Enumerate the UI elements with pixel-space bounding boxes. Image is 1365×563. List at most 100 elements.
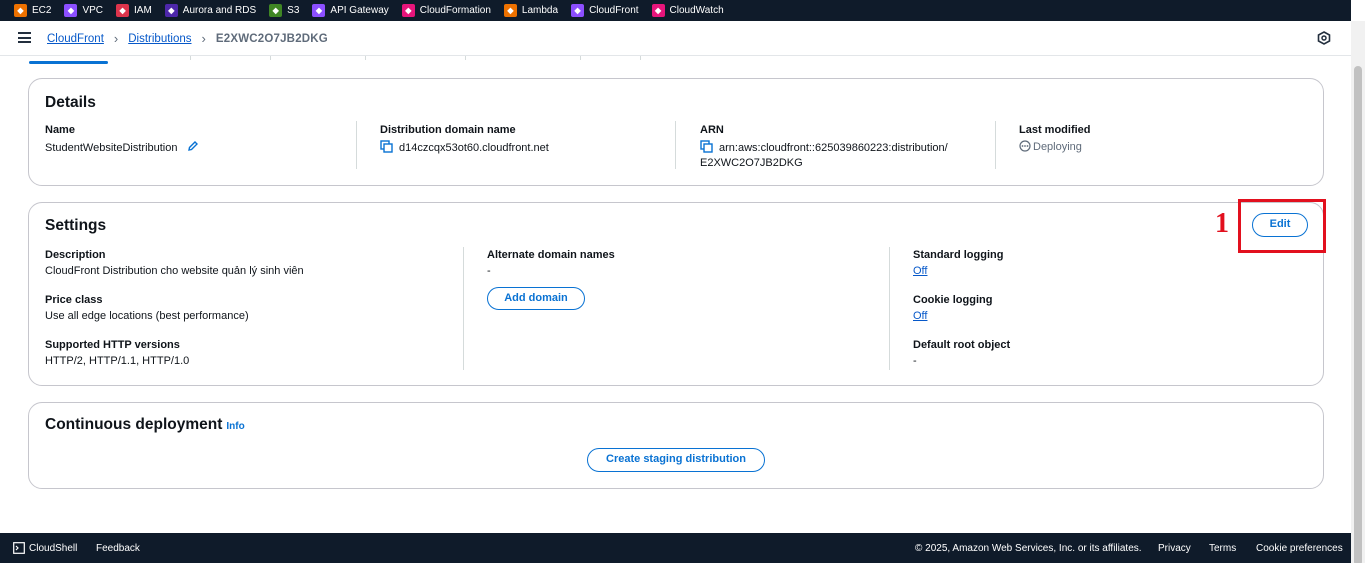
settings-panel: Settings Edit Description CloudFront Dis… (28, 202, 1324, 386)
cookie-preferences-link[interactable]: Cookie preferences (1256, 543, 1343, 554)
edit-pencil-icon[interactable] (187, 140, 199, 152)
standard-logging-label: Standard logging (913, 249, 1004, 261)
pending-icon (1019, 140, 1031, 152)
cloudformation-icon: ◆ (401, 4, 415, 17)
copy-icon[interactable] (700, 140, 713, 153)
standard-logging-link[interactable]: Off (913, 265, 1003, 277)
favorite-api-gateway[interactable]: ◆ API Gateway (312, 4, 389, 17)
arn-label: ARN (700, 124, 724, 136)
feedback-link[interactable]: Feedback (96, 543, 140, 554)
terminal-icon (13, 542, 25, 554)
favorite-cloudformation[interactable]: ◆ CloudFormation (401, 4, 491, 17)
divider (995, 121, 996, 169)
settings-title: Settings (45, 217, 107, 234)
favorite-vpc[interactable]: ◆ VPC (64, 4, 103, 17)
favorite-label: Lambda (521, 5, 559, 16)
favorite-rds[interactable]: ◆ Aurora and RDS (164, 4, 256, 17)
price-class-label: Price class (45, 294, 103, 306)
iam-icon: ◆ (116, 4, 130, 17)
info-link[interactable]: Info (226, 421, 244, 432)
arn-value-line1: arn:aws:cloudfront::625039860223:distrib… (719, 142, 948, 154)
cookie-logging-label: Cookie logging (913, 294, 993, 306)
domain-label: Distribution domain name (380, 124, 516, 136)
favorite-ec2[interactable]: ◆ EC2 (14, 4, 51, 17)
cloudwatch-icon: ◆ (651, 4, 665, 17)
favorite-label: VPC (82, 5, 104, 16)
rds-icon: ◆ (164, 4, 178, 17)
name-field: Name StudentWebsiteDistribution (45, 124, 199, 154)
description-label: Description (45, 249, 106, 261)
arn-field: ARN arn:aws:cloudfront::625039860223:dis… (700, 124, 948, 171)
favorite-cloudfront[interactable]: ◆ CloudFront (571, 4, 639, 17)
continuous-deployment-title: Continuous deployment (45, 416, 223, 433)
last-modified-field: Last modified Deploying (1019, 124, 1091, 153)
active-tab-indicator (29, 61, 108, 64)
favorite-label: CloudFormation (419, 5, 491, 16)
cloudfront-icon: ◆ (571, 4, 585, 17)
scrollbar[interactable] (1351, 21, 1365, 563)
alternate-domains-label: Alternate domain names (487, 249, 615, 261)
lambda-icon: ◆ (503, 4, 517, 17)
default-root-object-field: Default root object - (913, 339, 1010, 367)
annotation-highlight-box (1238, 199, 1326, 253)
default-root-object-label: Default root object (913, 339, 1011, 351)
last-modified-label: Last modified (1019, 124, 1091, 136)
arn-value-line2: E2XWC2O7JB2DKG (700, 157, 803, 169)
api-gateway-icon: ◆ (312, 4, 326, 17)
cookie-logging-link[interactable]: Off (913, 310, 992, 322)
details-panel: Details Name StudentWebsiteDistribution … (28, 78, 1324, 186)
annotation-number: 1 (1215, 208, 1229, 239)
breadcrumb: CloudFront › Distributions › E2XWC2O7JB2… (47, 31, 328, 46)
favorite-label: CloudWatch (669, 5, 724, 16)
tab-divider (465, 56, 466, 60)
cookie-logging-field: Cookie logging Off (913, 294, 992, 322)
menu-icon[interactable] (18, 32, 31, 43)
continuous-deployment-panel: Continuous deployment Info Create staging… (28, 402, 1324, 489)
description-value: CloudFront Distribution cho website quản… (45, 265, 304, 277)
price-class-value: Use all edge locations (best performance… (45, 310, 249, 322)
copy-icon[interactable] (380, 140, 393, 153)
divider (356, 121, 357, 169)
favorite-label: S3 (287, 5, 300, 16)
favorite-s3[interactable]: ◆ S3 (269, 4, 299, 17)
cloudshell-button[interactable]: CloudShell (13, 542, 77, 554)
favorites-bar: ◆ EC2 ◆ VPC ◆ IAM ◆ Aurora and RDS ◆ S3 ◆ API Gatew… (0, 0, 1351, 21)
default-root-object-value: - (913, 355, 917, 367)
name-label: Name (45, 124, 75, 136)
favorite-label: EC2 (32, 5, 52, 16)
tab-divider (365, 56, 366, 60)
breadcrumb-distributions-link[interactable]: Distributions (128, 33, 191, 45)
alternate-domains-field: Alternate domain names - (487, 249, 615, 277)
footer: CloudShell Feedback © 2025, Amazon Web S… (0, 533, 1351, 563)
http-versions-value: HTTP/2, HTTP/1.1, HTTP/1.0 (45, 355, 190, 367)
alternate-domains-value: - (487, 265, 491, 277)
details-title: Details (45, 94, 96, 111)
scrollbar-thumb[interactable] (1354, 66, 1362, 563)
ec2-icon: ◆ (14, 4, 27, 17)
breadcrumb-cloudfront-link[interactable]: CloudFront (47, 33, 104, 45)
divider (889, 247, 890, 370)
divider (675, 121, 676, 169)
favorite-iam[interactable]: ◆ IAM (116, 4, 152, 17)
favorite-label: CloudFront (589, 5, 639, 16)
cloudshell-label: CloudShell (29, 542, 78, 554)
add-domain-button[interactable]: Add domain (487, 287, 585, 310)
s3-icon: ◆ (269, 4, 283, 17)
chevron-right-icon: › (113, 31, 119, 46)
last-modified-value: Deploying (1033, 141, 1082, 153)
http-versions-field: Supported HTTP versions HTTP/2, HTTP/1.1… (45, 339, 189, 367)
terms-link[interactable]: Terms (1209, 543, 1236, 554)
chevron-right-icon: › (201, 31, 206, 46)
favorite-lambda[interactable]: ◆ Lambda (503, 4, 559, 17)
vpc-icon: ◆ (64, 4, 78, 17)
create-staging-distribution-button[interactable]: Create staging distribution (587, 448, 765, 472)
name-value: StudentWebsiteDistribution (45, 142, 178, 154)
privacy-link[interactable]: Privacy (1158, 543, 1191, 554)
tab-divider (190, 56, 191, 60)
domain-field: Distribution domain name d14czcqx53ot60.… (380, 124, 549, 154)
tab-divider (640, 56, 641, 60)
domain-value: d14czcqx53ot60.cloudfront.net (399, 142, 549, 154)
tab-divider (580, 56, 581, 60)
settings-icon[interactable] (1317, 31, 1331, 45)
favorite-cloudwatch[interactable]: ◆ CloudWatch (651, 4, 724, 17)
